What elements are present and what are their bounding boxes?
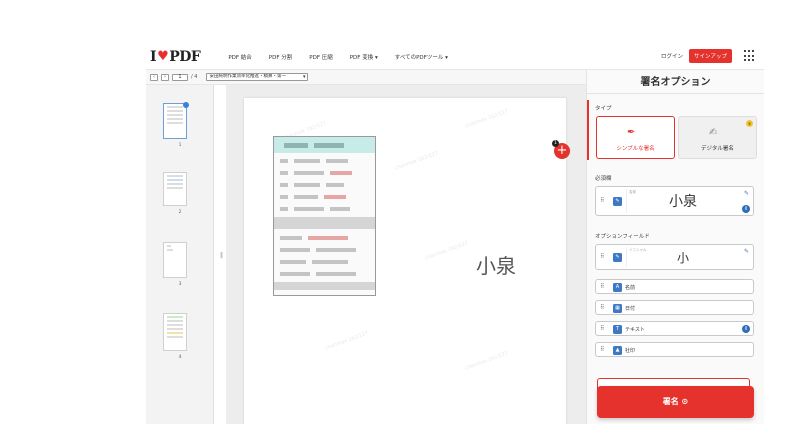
info-icon[interactable]: i (742, 325, 750, 333)
panel-scrollbar[interactable] (587, 100, 589, 160)
thumbnail-number: 3 (178, 282, 182, 287)
thumbnail-page-2[interactable] (163, 172, 187, 206)
top-nav: I ♥ PDF PDF 結合 PDF 分割 PDF 圧縮 PDF 変換 ▾ すべ… (146, 44, 764, 70)
apps-grid-icon[interactable] (744, 50, 756, 62)
watermark-text: chanmax 162/127 (324, 330, 370, 352)
calendar-icon: ▦ (613, 304, 622, 313)
document-page[interactable]: chanmax 162/127 chanmax 162/127 chanmax … (244, 98, 566, 424)
document-canvas: chanmax 162/127 chanmax 162/127 chanmax … (226, 85, 666, 424)
thumbnail-page-4[interactable] (163, 313, 187, 351)
nav-split[interactable]: PDF 分割 (269, 53, 292, 61)
simple-signature-label: シンプルな署名 (616, 146, 655, 152)
placed-signature[interactable]: 小泉 (476, 250, 516, 279)
logo-i: I (150, 48, 157, 65)
watermark-text: chanmax 162/127 (464, 108, 510, 130)
thumbnail-number: 1 (178, 143, 182, 148)
thumbnail-number: 4 (178, 355, 182, 360)
signature-preview[interactable]: 名前 小泉 (626, 189, 739, 213)
blurred-table-image (273, 136, 376, 296)
drag-handle-icon[interactable]: ⠿ (600, 304, 605, 311)
edit-pencil-icon[interactable]: ✎ (744, 190, 749, 197)
logo-pdf: PDF (169, 48, 201, 65)
sidebar-splitter[interactable]: ‖ (220, 252, 223, 259)
signature-value: 小泉 (669, 194, 697, 210)
initials-field-icon: ✎ (613, 253, 622, 262)
drag-handle-icon[interactable]: ⠿ (600, 325, 605, 332)
text-field-icon: T (613, 325, 622, 334)
nav-all-tools[interactable]: すべてのPDFツール ▾ (395, 53, 448, 61)
signature-options-panel: 署名オプション タイプ ✒ シンプルな署名 ✍ ♛ デジタル署名 必須欄 ⠿ ✎… (586, 70, 764, 424)
required-label: 必須欄 (595, 176, 612, 182)
required-signature-field[interactable]: ⠿ ✎ 名前 小泉 ✎ i (595, 186, 754, 216)
initials-preview[interactable]: イニシャル 小 (626, 247, 739, 267)
company-stamp-label: 社印 (625, 348, 636, 354)
stamp-icon: ▲ (613, 346, 622, 355)
initials-value: 小 (676, 251, 689, 265)
digital-signature-option[interactable]: ✍ ♛ デジタル署名 (678, 116, 757, 159)
thumbnail-sidebar: 1 2 3 4 (146, 85, 214, 424)
signup-button[interactable]: サインアップ (688, 49, 732, 63)
simple-signature-option[interactable]: ✒ シンプルな署名 (596, 116, 675, 159)
panel-title: 署名オプション (587, 70, 764, 94)
app-window: I ♥ PDF PDF 結合 PDF 分割 PDF 圧縮 PDF 変換 ▾ すべ… (146, 44, 764, 424)
optional-label: オプションフィールド (595, 234, 650, 240)
premium-crown-icon: ♛ (746, 120, 753, 127)
date-field[interactable]: ⠿ ▦ 日付 (595, 300, 754, 315)
viewer-toolbar: ‹ › 1 / 4 安田純明作業効率化推進・積算・第一 (146, 70, 586, 85)
thumbnail-number: 2 (178, 210, 182, 215)
info-icon[interactable]: i (742, 205, 750, 213)
name-field-label: 名前 (625, 285, 636, 291)
watermark-text: chanmax 162/127 (424, 240, 470, 262)
type-label: タイプ (595, 106, 612, 112)
heart-icon: ♥ (157, 49, 169, 64)
pen-icon: ✒ (627, 127, 636, 138)
ilovepdf-logo[interactable]: I ♥ PDF (150, 48, 201, 65)
date-field-label: 日付 (625, 306, 636, 312)
signature-field-icon: ✎ (613, 197, 622, 206)
next-page-button[interactable]: › (161, 73, 169, 81)
selected-dot-icon (183, 102, 189, 108)
edit-pencil-icon[interactable]: ✎ (744, 248, 749, 255)
drag-handle-icon[interactable]: ⠿ (600, 197, 605, 204)
name-field-icon: A (613, 283, 622, 292)
page-total: / 4 (191, 74, 198, 80)
signature-tag: 名前 (629, 190, 636, 194)
sign-button[interactable]: 署名 ⊙ (597, 386, 754, 418)
login-link[interactable]: ログイン (661, 52, 683, 60)
document-select[interactable]: 安田純明作業効率化推進・積算・第一 (206, 73, 309, 81)
certificate-pen-icon: ✍ (709, 127, 718, 138)
thumbnail-page-1[interactable] (163, 102, 189, 139)
watermark-text: chanmax 162/127 (394, 150, 440, 172)
drag-handle-icon[interactable]: ⠿ (600, 283, 605, 290)
initials-tag: イニシャル (629, 248, 647, 252)
nav-compress[interactable]: PDF 圧縮 (309, 53, 332, 61)
page-number-input[interactable]: 1 (172, 73, 188, 81)
nav-convert[interactable]: PDF 変換 ▾ (350, 53, 378, 61)
drag-handle-icon[interactable]: ⠿ (600, 346, 605, 353)
add-count-badge: 1 (552, 140, 559, 147)
drag-handle-icon[interactable]: ⠿ (600, 253, 605, 260)
company-stamp-field[interactable]: ⠿ ▲ 社印 (595, 342, 754, 357)
nav-actions: ログイン サインアップ (661, 49, 756, 63)
digital-signature-label: デジタル署名 (701, 146, 734, 152)
nav-menu: PDF 結合 PDF 分割 PDF 圧縮 PDF 変換 ▾ すべてのPDFツール… (228, 53, 448, 61)
nav-merge[interactable]: PDF 結合 (228, 53, 251, 61)
watermark-text: chanmax 162/127 (464, 350, 510, 372)
initials-field[interactable]: ⠿ ✎ イニシャル 小 ✎ (595, 244, 754, 270)
text-field[interactable]: ⠿ T テキスト i (595, 321, 754, 336)
text-field-label: テキスト (625, 327, 645, 333)
thumbnail-page-3[interactable] (163, 242, 187, 278)
prev-page-button[interactable]: ‹ (150, 73, 158, 81)
name-field[interactable]: ⠿ A 名前 (595, 279, 754, 294)
